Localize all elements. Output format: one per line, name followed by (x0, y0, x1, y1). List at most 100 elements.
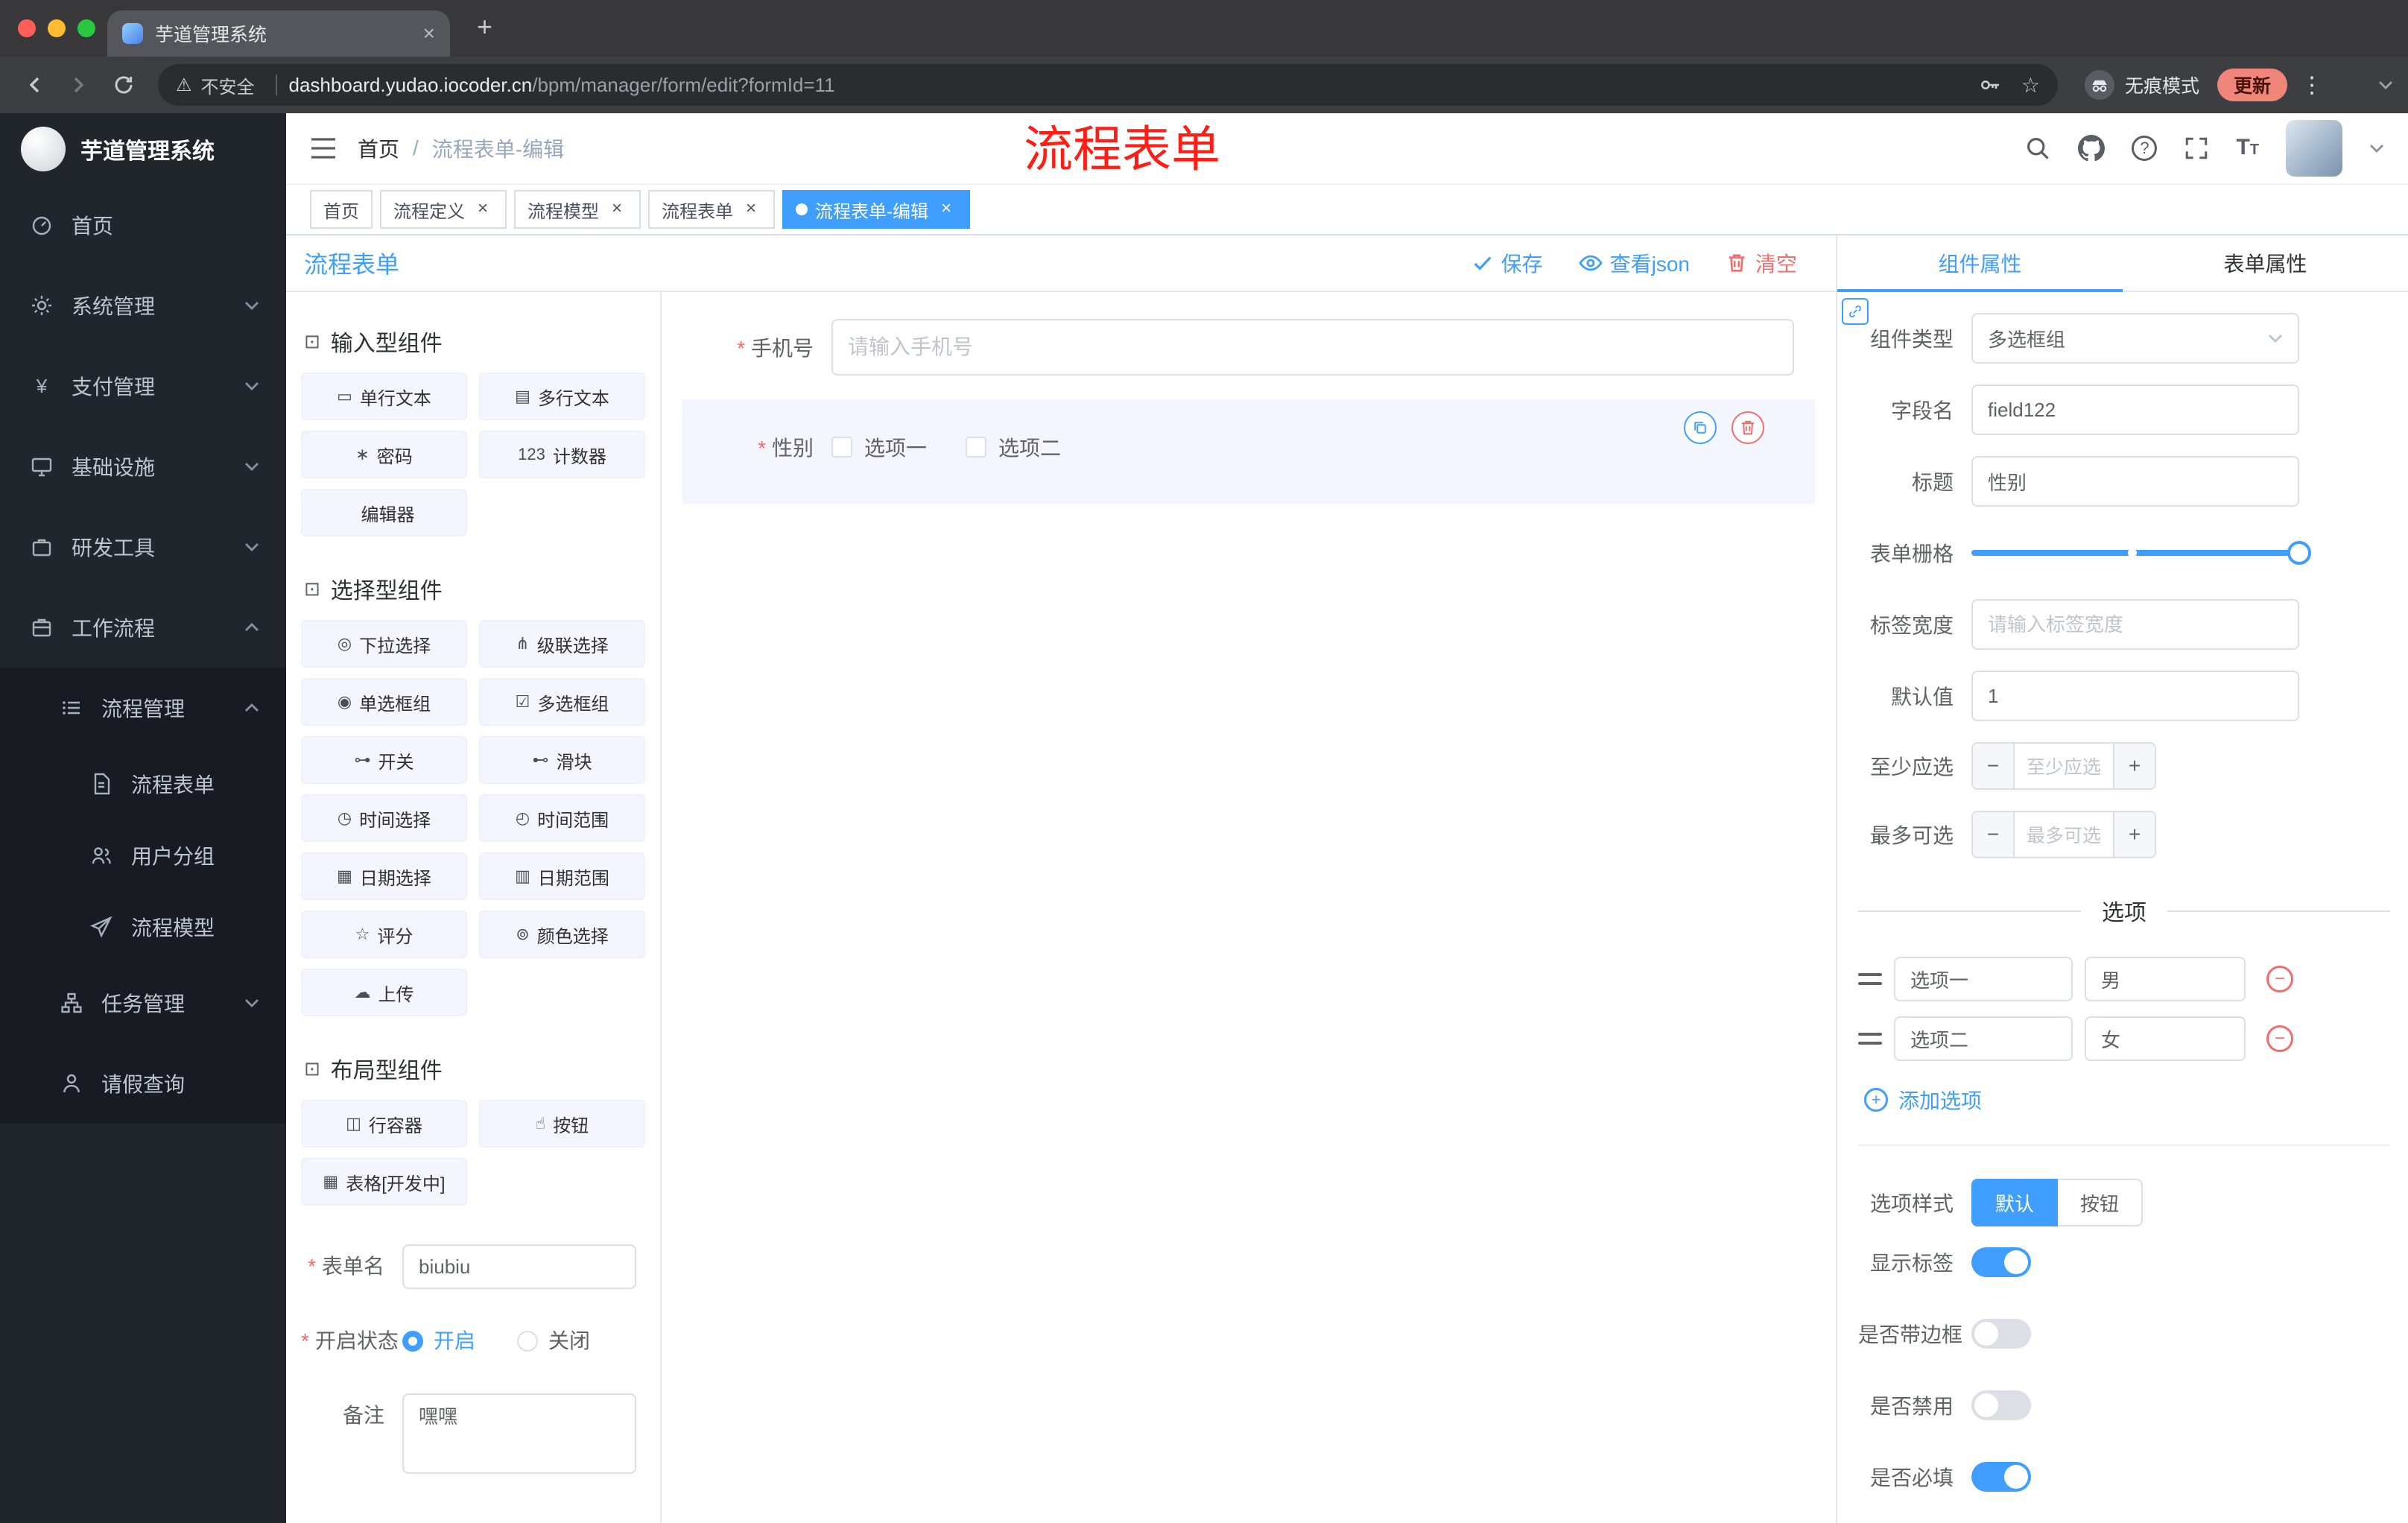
component-item[interactable]: ⊷ 滑块 (479, 736, 645, 784)
link-handle-icon[interactable] (1842, 298, 1869, 325)
style-button-button[interactable]: 按钮 (2058, 1179, 2144, 1226)
sidebar-item-process-form[interactable]: 流程表单 (0, 748, 286, 820)
sidebar-item-process-model[interactable]: 流程模型 (0, 891, 286, 963)
address-bar[interactable]: 不安全 dashboard.yudao.iocoder.cn/bpm/manag… (158, 64, 2058, 106)
decrease-icon[interactable] (1973, 744, 2015, 788)
tag-close-icon[interactable] (936, 199, 957, 220)
delete-component-icon[interactable] (1731, 411, 1764, 444)
not-secure-warning-icon[interactable] (176, 75, 192, 96)
component-item[interactable]: ▥ 日期范围 (479, 852, 645, 900)
maximize-window-button[interactable] (77, 19, 95, 37)
min-select-placeholder[interactable]: 至少应选 (2015, 744, 2113, 788)
increase-icon[interactable] (2113, 812, 2155, 857)
sidebar-item-task-mgmt[interactable]: 任务管理 (0, 963, 286, 1043)
gender-checkbox[interactable]: 选项二 (966, 432, 1061, 462)
slider-handle[interactable] (2287, 541, 2311, 565)
breadcrumb-home[interactable]: 首页 (358, 133, 399, 163)
forward-icon[interactable] (60, 66, 98, 104)
tag-item[interactable]: 流程定义 (380, 190, 507, 229)
option-name-input[interactable] (1894, 1016, 2073, 1061)
component-item[interactable]: ☝ 按钮 (479, 1100, 645, 1147)
max-select-placeholder[interactable]: 最多可选 (2015, 812, 2113, 857)
font-size-icon[interactable] (2236, 136, 2259, 161)
component-item[interactable]: ⊚ 颜色选择 (479, 911, 645, 958)
tab-component-props[interactable]: 组件属性 (1837, 235, 2123, 292)
sidebar-item-payment[interactable]: ¥ 支付管理 (0, 346, 286, 426)
field-name-input[interactable] (1971, 384, 2299, 435)
password-key-icon[interactable] (1978, 73, 2002, 97)
decrease-icon[interactable] (1973, 812, 2015, 857)
new-tab-button[interactable] (477, 12, 492, 42)
status-off-radio[interactable]: 关闭 (517, 1319, 590, 1364)
fullscreen-icon[interactable] (2184, 136, 2209, 161)
browser-tab[interactable]: 芋道管理系统 (107, 10, 450, 57)
back-icon[interactable] (15, 66, 54, 104)
component-item[interactable]: ◎ 下拉选择 (301, 620, 467, 668)
component-item[interactable]: ☆ 评分 (301, 911, 467, 958)
component-item[interactable]: 123 计数器 (479, 431, 645, 478)
slider-track[interactable] (1971, 541, 2311, 565)
sidebar-item-leave-query[interactable]: 请假查询 (0, 1043, 286, 1124)
user-avatar[interactable] (2286, 120, 2342, 177)
increase-icon[interactable] (2113, 744, 2155, 788)
component-type-select[interactable]: 多选框组 (1971, 313, 2299, 364)
help-icon[interactable] (2132, 136, 2158, 161)
toggle-switch[interactable] (1971, 1390, 2031, 1420)
close-window-button[interactable] (18, 19, 36, 37)
tag-item[interactable]: 流程表单 (648, 190, 775, 229)
remove-option-icon[interactable] (2266, 1025, 2293, 1052)
gender-field-block-selected[interactable]: 性别 选项一 (682, 399, 1815, 504)
clear-button[interactable]: 清空 (1726, 248, 1797, 278)
add-option-button[interactable]: 添加选项 (1864, 1085, 2390, 1115)
browser-update-button[interactable]: 更新 (2217, 69, 2287, 101)
save-button[interactable]: 保存 (1471, 248, 1543, 278)
component-item[interactable]: ◴ 时间范围 (479, 794, 645, 842)
component-item[interactable]: ▭ 单行文本 (301, 373, 467, 420)
checkbox-icon[interactable] (831, 437, 852, 457)
sidebar-logo[interactable]: 芋道管理系统 (0, 113, 286, 185)
view-json-button[interactable]: 查看json (1578, 248, 1690, 278)
sidebar-item-workflow[interactable]: 工作流程 (0, 587, 286, 668)
toggle-switch[interactable] (1971, 1247, 2031, 1277)
drag-handle-icon[interactable] (1858, 970, 1882, 988)
status-on-radio[interactable]: 开启 (402, 1319, 475, 1364)
sidebar-item-user-group[interactable]: 用户分组 (0, 820, 286, 891)
reload-icon[interactable] (104, 66, 143, 104)
tag-item[interactable]: 首页 (310, 190, 373, 229)
component-item[interactable]: ⋔ 级联选择 (479, 620, 645, 668)
sidebar-item-system[interactable]: 系统管理 (0, 265, 286, 346)
github-icon[interactable] (2078, 135, 2106, 162)
component-item[interactable]: ☑ 多选框组 (479, 678, 645, 726)
toolbar-chevron-icon[interactable] (2378, 80, 2393, 89)
security-label[interactable]: 不安全 (201, 72, 255, 98)
toggle-switch[interactable] (1971, 1462, 2031, 1492)
component-item[interactable]: ⊶ 开关 (301, 736, 467, 784)
toggle-switch[interactable] (1971, 1319, 2031, 1349)
style-default-button[interactable]: 默认 (1971, 1179, 2059, 1226)
search-icon[interactable] (2024, 135, 2051, 162)
form-name-input[interactable] (402, 1244, 636, 1289)
component-item[interactable]: ▦ 表格[开发中] (301, 1158, 467, 1206)
tag-item[interactable]: 流程表单-编辑 (782, 190, 970, 229)
form-grid-slider[interactable] (1971, 528, 2311, 578)
remark-textarea[interactable]: 嘿嘿 (402, 1393, 636, 1474)
component-item[interactable]: ◉ 单选框组 (301, 678, 467, 726)
component-item[interactable]: ◷ 时间选择 (301, 794, 467, 842)
component-item[interactable]: ∗ 密码 (301, 431, 467, 478)
copy-component-icon[interactable] (1684, 411, 1717, 444)
hamburger-icon[interactable] (310, 138, 337, 159)
checkbox-icon[interactable] (966, 437, 987, 457)
form-canvas[interactable]: 手机号 (662, 292, 1836, 1523)
avatar-caret-icon[interactable] (2369, 144, 2384, 153)
remove-option-icon[interactable] (2266, 966, 2293, 992)
label-width-input[interactable] (1971, 599, 2299, 650)
tab-close-icon[interactable] (423, 23, 435, 44)
tag-close-icon[interactable] (472, 199, 493, 220)
default-value-input[interactable] (1971, 671, 2299, 721)
component-item[interactable]: ◫ 行容器 (301, 1100, 467, 1147)
option-name-input[interactable] (1894, 957, 2073, 1001)
phone-input[interactable] (831, 319, 1794, 376)
browser-menu-icon[interactable] (2301, 72, 2323, 98)
minimize-window-button[interactable] (48, 19, 66, 37)
option-value-input[interactable] (2085, 1016, 2246, 1061)
